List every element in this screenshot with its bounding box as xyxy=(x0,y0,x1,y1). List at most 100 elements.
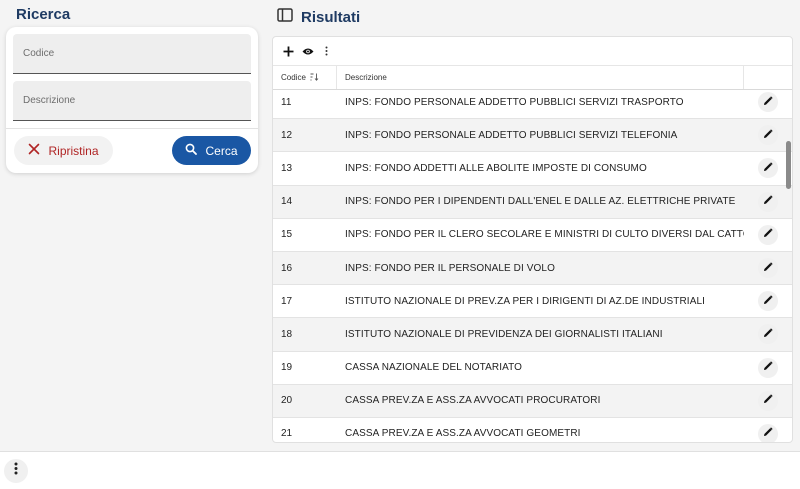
table-row[interactable]: 16 INPS: FONDO PER IL PERSONALE DI VOLO xyxy=(273,251,792,286)
column-header-codice[interactable]: Codice xyxy=(273,66,337,89)
results-header: Risultati xyxy=(277,8,360,27)
pencil-icon xyxy=(763,427,773,440)
edit-row-button[interactable] xyxy=(758,92,778,113)
cell-codice: 15 xyxy=(281,229,293,241)
cell-actions xyxy=(744,423,792,442)
cell-actions xyxy=(744,291,792,312)
pencil-icon xyxy=(763,361,773,374)
table-row[interactable]: 15 INPS: FONDO PER IL CLERO SECOLARE E MI… xyxy=(273,219,792,252)
pencil-icon xyxy=(763,394,773,407)
card-divider xyxy=(6,128,258,129)
cell-codice: 14 xyxy=(281,196,293,208)
pencil-icon xyxy=(763,261,773,275)
reset-button-label: Ripristina xyxy=(48,143,99,158)
table-row[interactable]: 11 INPS: FONDO PERSONALE ADDETTO PUBBLICI… xyxy=(273,90,792,120)
cell-actions xyxy=(744,224,792,245)
cell-codice: 13 xyxy=(281,162,293,174)
eye-icon[interactable] xyxy=(300,44,315,59)
search-button[interactable]: Cerca xyxy=(172,136,251,165)
cell-descrizione: INPS: FONDO PERSONALE ADDETTO PUBBLICI S… xyxy=(345,96,684,108)
table-rows: 11 INPS: FONDO PERSONALE ADDETTO PUBBLICI… xyxy=(273,90,792,442)
cell-actions xyxy=(744,158,792,179)
cell-actions xyxy=(744,324,792,345)
table-row[interactable]: 18 ISTITUTO NAZIONALE DI PREVIDENZA DEI G… xyxy=(273,318,792,352)
cell-descrizione: ISTITUTO NAZIONALE DI PREVIDENZA DEI GIO… xyxy=(345,328,663,340)
pencil-icon xyxy=(763,162,773,175)
pencil-icon xyxy=(763,129,773,142)
panel-icon[interactable] xyxy=(277,8,293,27)
table-body: 11 INPS: FONDO PERSONALE ADDETTO PUBBLICI… xyxy=(273,90,792,442)
cell-descrizione: CASSA PREV.ZA E ASS.ZA AVVOCATI PROCURAT… xyxy=(345,395,601,407)
edit-row-button[interactable] xyxy=(758,258,778,279)
descrizione-field[interactable] xyxy=(13,81,251,121)
table-row[interactable]: 17 ISTITUTO NAZIONALE DI PREV.ZA PER I DI… xyxy=(273,285,792,319)
plus-icon[interactable] xyxy=(281,44,296,59)
pencil-icon xyxy=(763,295,773,308)
cell-codice: 17 xyxy=(281,295,293,307)
edit-row-button[interactable] xyxy=(758,224,778,245)
cell-codice: 12 xyxy=(281,129,293,141)
reset-button[interactable]: Ripristina xyxy=(14,136,113,165)
cell-actions xyxy=(744,92,792,113)
sort-descending-icon[interactable] xyxy=(310,73,319,83)
cell-descrizione: CASSA NAZIONALE DEL NOTARIATO xyxy=(345,362,523,374)
edit-row-button[interactable] xyxy=(758,423,778,442)
cell-descrizione: INPS: FONDO PER IL CLERO SECOLARE E MINI… xyxy=(345,229,744,241)
edit-row-button[interactable] xyxy=(758,158,778,179)
cell-descrizione: INPS: FONDO PERSONALE ADDETTO PUBBLICI S… xyxy=(345,129,678,141)
cell-actions xyxy=(744,390,792,411)
edit-row-button[interactable] xyxy=(758,191,778,212)
codice-input[interactable] xyxy=(13,34,251,73)
pencil-icon xyxy=(763,328,773,341)
cell-descrizione: INPS: FONDO ADDETTI ALLE ABOLITE IMPOSTE… xyxy=(345,162,647,174)
cell-codice: 18 xyxy=(281,328,293,340)
grid-toolbar xyxy=(273,37,792,65)
cell-codice: 11 xyxy=(281,96,292,108)
more-vertical-icon xyxy=(14,462,18,480)
pencil-icon xyxy=(763,228,773,241)
edit-row-button[interactable] xyxy=(758,390,778,411)
cell-codice: 16 xyxy=(281,262,293,274)
codice-field[interactable] xyxy=(13,34,251,74)
column-header-actions xyxy=(744,66,792,89)
edit-row-button[interactable] xyxy=(758,291,778,312)
cell-descrizione: CASSA PREV.ZA E ASS.ZA AVVOCATI GEOMETRI xyxy=(345,428,581,440)
more-vertical-icon[interactable] xyxy=(319,44,334,59)
pencil-icon xyxy=(763,95,773,109)
search-title: Ricerca xyxy=(16,6,71,23)
cell-actions xyxy=(744,125,792,146)
cell-codice: 19 xyxy=(281,362,293,374)
column-header-descrizione[interactable]: Descrizione xyxy=(337,66,744,89)
table-row[interactable]: 20 CASSA PREV.ZA E ASS.ZA AVVOCATI PROCUR… xyxy=(273,384,792,418)
table-row[interactable]: 14 INPS: FONDO PER I DIPENDENTI DALL'ENEL… xyxy=(273,185,792,219)
pencil-icon xyxy=(763,195,773,208)
column-codice-label: Codice xyxy=(281,73,306,82)
results-title: Risultati xyxy=(301,9,361,26)
results-grid: Codice Descrizione 11 INPS: FONDO PERSONA… xyxy=(272,36,793,443)
more-options-button[interactable] xyxy=(4,459,28,483)
search-button-label: Cerca xyxy=(205,143,238,158)
edit-row-button[interactable] xyxy=(758,324,778,345)
table-row[interactable]: 21 CASSA PREV.ZA E ASS.ZA AVVOCATI GEOMET… xyxy=(273,418,792,442)
cell-actions xyxy=(744,191,792,212)
cell-descrizione: INPS: FONDO PER I DIPENDENTI DALL'ENEL E… xyxy=(345,196,736,208)
table-header: Codice Descrizione xyxy=(273,65,792,90)
cell-descrizione: ISTITUTO NAZIONALE DI PREV.ZA PER I DIRI… xyxy=(345,295,705,307)
cell-descrizione: INPS: FONDO PER IL PERSONALE DI VOLO xyxy=(345,262,555,274)
cell-codice: 21 xyxy=(281,428,293,440)
vertical-scrollbar[interactable] xyxy=(786,141,791,189)
table-row[interactable]: 12 INPS: FONDO PERSONALE ADDETTO PUBBLICI… xyxy=(273,119,792,153)
search-card: Ripristina Cerca xyxy=(6,27,258,173)
table-row[interactable]: 19 CASSA NAZIONALE DEL NOTARIATO xyxy=(273,352,792,385)
cell-actions xyxy=(744,357,792,378)
edit-row-button[interactable] xyxy=(758,357,778,378)
column-descrizione-label: Descrizione xyxy=(345,73,387,82)
cell-codice: 20 xyxy=(281,395,293,407)
descrizione-input[interactable] xyxy=(13,81,251,120)
edit-row-button[interactable] xyxy=(758,125,778,146)
cell-actions xyxy=(744,258,792,279)
bottom-bar xyxy=(0,451,800,489)
search-icon xyxy=(185,143,198,158)
close-icon xyxy=(28,143,40,158)
table-row[interactable]: 13 INPS: FONDO ADDETTI ALLE ABOLITE IMPOS… xyxy=(273,152,792,186)
